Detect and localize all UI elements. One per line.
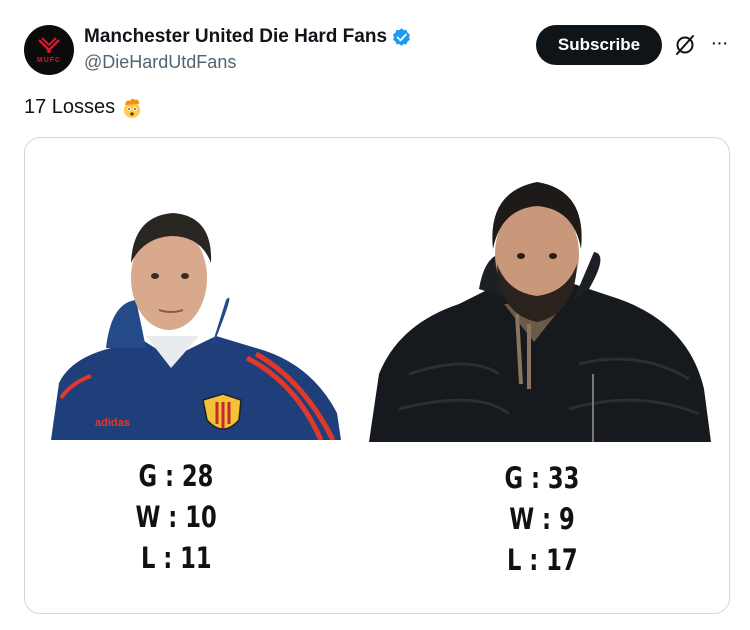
display-name[interactable]: Manchester United Die Hard Fans [84, 26, 387, 48]
subscribe-button[interactable]: Subscribe [536, 25, 662, 65]
media-card[interactable]: adidas G : 28 W : 10 L : 11 G : 33 W : 9… [24, 137, 730, 614]
tweet-text-row: 17 Losses [24, 96, 143, 119]
avatar-text: MUFC [36, 57, 62, 64]
right-person-photo [369, 182, 711, 442]
left-wins-stat: W : 10 [135, 500, 217, 534]
left-games-stat: G : 28 [138, 459, 214, 493]
left-stats: G : 28 W : 10 L : 11 [121, 456, 231, 579]
more-options-icon[interactable]: ··· [706, 30, 732, 56]
left-losses-stat: L : 11 [140, 541, 212, 575]
verified-badge-icon [393, 27, 410, 46]
svg-text:adidas: adidas [95, 417, 130, 429]
right-losses-stat: L : 17 [506, 543, 578, 577]
handle[interactable]: @DieHardUtdFans [84, 52, 236, 73]
grok-icon[interactable] [674, 34, 696, 56]
club-logo-icon [38, 37, 60, 53]
left-person-photo: adidas [51, 213, 341, 440]
exploding-head-emoji-icon [124, 98, 141, 118]
tweet-text: 17 Losses [24, 96, 116, 118]
avatar[interactable]: MUFC [24, 25, 74, 75]
right-stats: G : 33 W : 9 L : 17 [487, 458, 597, 581]
right-wins-stat: W : 9 [509, 502, 575, 536]
right-games-stat: G : 33 [504, 461, 580, 495]
author-name-row: Manchester United Die Hard Fans [84, 26, 412, 48]
